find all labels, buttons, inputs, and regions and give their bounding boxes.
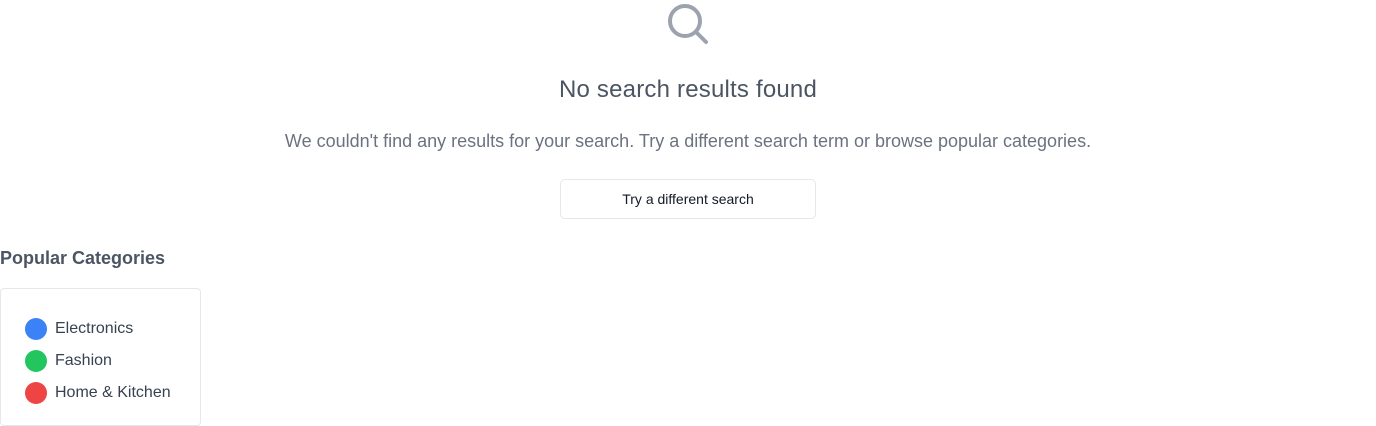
empty-state: No search results found We couldn't find… [0, 0, 1376, 219]
empty-state-title: No search results found [558, 76, 818, 103]
popular-categories-card: Electronics Fashion Home & Kitchen [0, 288, 201, 426]
empty-state-message: We couldn't find any results for your se… [284, 131, 1092, 151]
category-item-home-kitchen[interactable]: Home & Kitchen [25, 377, 200, 409]
popular-categories-heading: Popular Categories [0, 248, 166, 268]
page: No search results found We couldn't find… [0, 0, 1376, 426]
category-color-dot [25, 350, 47, 372]
category-label: Fashion [55, 352, 112, 369]
category-label: Home & Kitchen [55, 384, 171, 401]
try-different-search-button[interactable]: Try a different search [560, 179, 816, 219]
category-item-electronics[interactable]: Electronics [25, 313, 200, 345]
category-color-dot [25, 382, 47, 404]
category-item-fashion[interactable]: Fashion [25, 345, 200, 377]
category-color-dot [25, 318, 47, 340]
search-icon [666, 2, 710, 46]
category-label: Electronics [55, 320, 134, 337]
